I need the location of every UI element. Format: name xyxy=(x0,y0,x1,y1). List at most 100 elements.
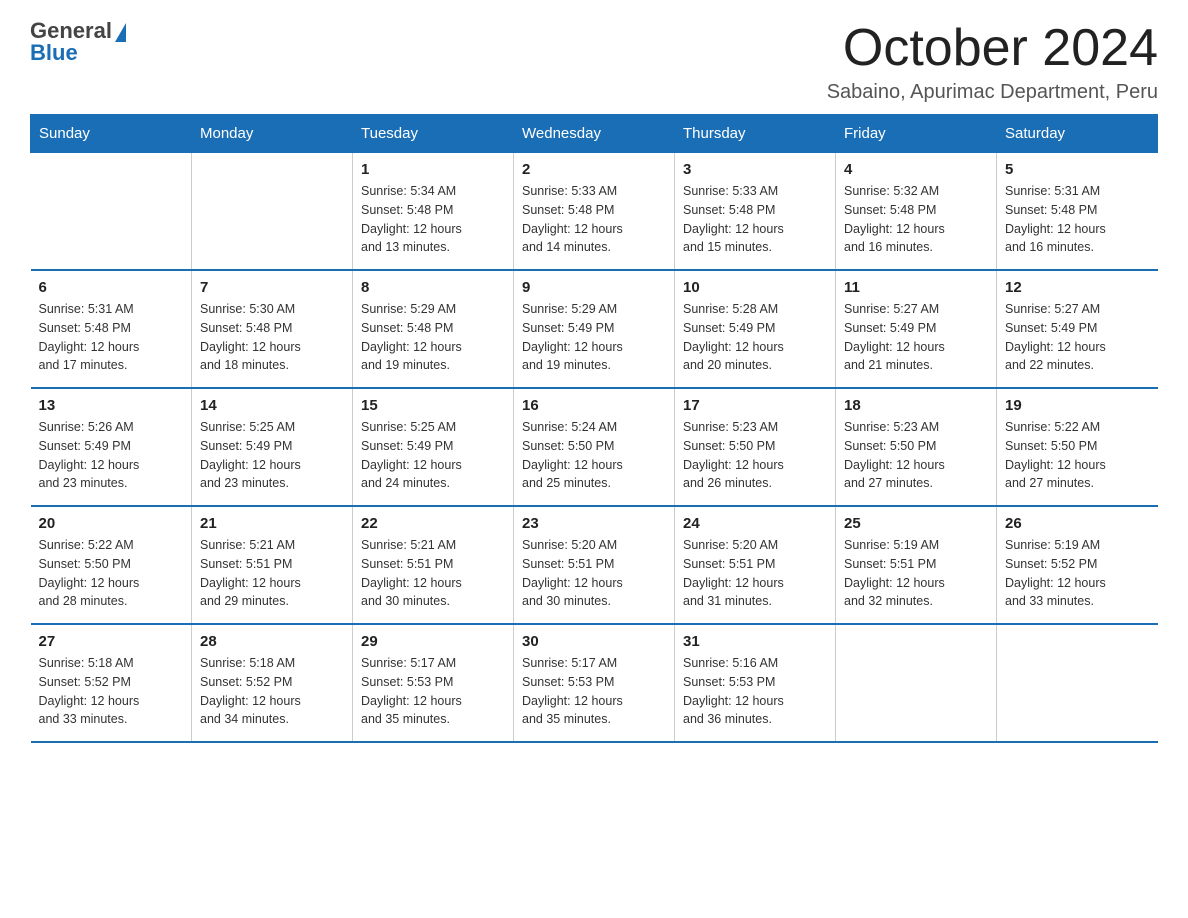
day-number: 20 xyxy=(39,515,184,532)
day-info: Sunrise: 5:19 AMSunset: 5:52 PMDaylight:… xyxy=(1005,536,1150,611)
day-cell: 21 Sunrise: 5:21 AMSunset: 5:51 PMDayligh… xyxy=(192,506,353,624)
day-cell: 28Sunrise: 5:18 AMSunset: 5:52 PMDayligh… xyxy=(192,624,353,742)
day-info: Sunrise: 5:25 AMSunset: 5:49 PMDaylight:… xyxy=(361,418,505,493)
day-cell: 29 Sunrise: 5:17 AMSunset: 5:53 PMDayligh… xyxy=(353,624,514,742)
day-info: Sunrise: 5:24 AMSunset: 5:50 PMDaylight:… xyxy=(522,418,666,493)
day-number: 12 xyxy=(1005,279,1150,296)
day-info: Sunrise: 5:27 AMSunset: 5:49 PMDaylight:… xyxy=(1005,300,1150,375)
week-row-3: 13 Sunrise: 5:26 AMSunset: 5:49 PMDayligh… xyxy=(31,388,1158,506)
day-number: 15 xyxy=(361,397,505,414)
day-number: 1 xyxy=(361,161,505,178)
day-number: 13 xyxy=(39,397,184,414)
day-number: 8 xyxy=(361,279,505,296)
day-cell: 14 Sunrise: 5:25 AMSunset: 5:49 PMDayligh… xyxy=(192,388,353,506)
day-cell: 5Sunrise: 5:31 AMSunset: 5:48 PMDaylight… xyxy=(997,153,1158,271)
day-number: 21 xyxy=(200,515,344,532)
day-info: Sunrise: 5:31 AMSunset: 5:48 PMDaylight:… xyxy=(39,300,184,375)
day-number: 26 xyxy=(1005,515,1150,532)
day-number: 17 xyxy=(683,397,827,414)
day-cell: 17 Sunrise: 5:23 AMSunset: 5:50 PMDayligh… xyxy=(675,388,836,506)
calendar-table: SundayMondayTuesdayWednesdayThursdayFrid… xyxy=(30,114,1158,743)
day-info: Sunrise: 5:21 AMSunset: 5:51 PMDaylight:… xyxy=(200,536,344,611)
day-info: Sunrise: 5:16 AMSunset: 5:53 PMDaylight:… xyxy=(683,654,827,729)
logo: General Blue xyxy=(30,20,126,64)
day-cell: 7 Sunrise: 5:30 AMSunset: 5:48 PMDaylight… xyxy=(192,270,353,388)
header-cell-monday: Monday xyxy=(192,115,353,153)
day-cell: 9Sunrise: 5:29 AMSunset: 5:49 PMDaylight… xyxy=(514,270,675,388)
day-info: Sunrise: 5:23 AMSunset: 5:50 PMDaylight:… xyxy=(683,418,827,493)
day-cell: 1 Sunrise: 5:34 AMSunset: 5:48 PMDaylight… xyxy=(353,153,514,271)
day-info: Sunrise: 5:20 AMSunset: 5:51 PMDaylight:… xyxy=(683,536,827,611)
logo-line2: Blue xyxy=(30,42,126,64)
day-info: Sunrise: 5:21 AMSunset: 5:51 PMDaylight:… xyxy=(361,536,505,611)
day-info: Sunrise: 5:27 AMSunset: 5:49 PMDaylight:… xyxy=(844,300,988,375)
day-number: 24 xyxy=(683,515,827,532)
day-number: 19 xyxy=(1005,397,1150,414)
day-info: Sunrise: 5:30 AMSunset: 5:48 PMDaylight:… xyxy=(200,300,344,375)
day-cell: 19 Sunrise: 5:22 AMSunset: 5:50 PMDayligh… xyxy=(997,388,1158,506)
day-number: 16 xyxy=(522,397,666,414)
day-number: 27 xyxy=(39,633,184,650)
week-row-2: 6 Sunrise: 5:31 AMSunset: 5:48 PMDaylight… xyxy=(31,270,1158,388)
calendar-body: 1 Sunrise: 5:34 AMSunset: 5:48 PMDaylight… xyxy=(31,153,1158,743)
day-cell: 2Sunrise: 5:33 AMSunset: 5:48 PMDaylight… xyxy=(514,153,675,271)
calendar-header: SundayMondayTuesdayWednesdayThursdayFrid… xyxy=(31,115,1158,153)
day-cell xyxy=(836,624,997,742)
day-number: 28 xyxy=(200,633,344,650)
day-info: Sunrise: 5:32 AMSunset: 5:48 PMDaylight:… xyxy=(844,182,988,257)
day-info: Sunrise: 5:26 AMSunset: 5:49 PMDaylight:… xyxy=(39,418,184,493)
day-cell: 13 Sunrise: 5:26 AMSunset: 5:49 PMDayligh… xyxy=(31,388,192,506)
day-number: 23 xyxy=(522,515,666,532)
day-number: 2 xyxy=(522,161,666,178)
day-number: 29 xyxy=(361,633,505,650)
header-cell-tuesday: Tuesday xyxy=(353,115,514,153)
day-number: 4 xyxy=(844,161,988,178)
day-info: Sunrise: 5:17 AMSunset: 5:53 PMDaylight:… xyxy=(361,654,505,729)
day-cell: 15 Sunrise: 5:25 AMSunset: 5:49 PMDayligh… xyxy=(353,388,514,506)
day-info: Sunrise: 5:19 AMSunset: 5:51 PMDaylight:… xyxy=(844,536,988,611)
day-info: Sunrise: 5:22 AMSunset: 5:50 PMDaylight:… xyxy=(1005,418,1150,493)
day-cell: 4 Sunrise: 5:32 AMSunset: 5:48 PMDaylight… xyxy=(836,153,997,271)
day-cell: 16 Sunrise: 5:24 AMSunset: 5:50 PMDayligh… xyxy=(514,388,675,506)
day-cell: 3Sunrise: 5:33 AMSunset: 5:48 PMDaylight… xyxy=(675,153,836,271)
day-number: 10 xyxy=(683,279,827,296)
day-cell xyxy=(192,153,353,271)
week-row-5: 27 Sunrise: 5:18 AMSunset: 5:52 PMDayligh… xyxy=(31,624,1158,742)
day-cell: 20 Sunrise: 5:22 AMSunset: 5:50 PMDayligh… xyxy=(31,506,192,624)
day-cell: 6 Sunrise: 5:31 AMSunset: 5:48 PMDaylight… xyxy=(31,270,192,388)
day-info: Sunrise: 5:34 AMSunset: 5:48 PMDaylight:… xyxy=(361,182,505,257)
month-title: October 2024 xyxy=(827,20,1158,77)
day-info: Sunrise: 5:28 AMSunset: 5:49 PMDaylight:… xyxy=(683,300,827,375)
day-info: Sunrise: 5:22 AMSunset: 5:50 PMDaylight:… xyxy=(39,536,184,611)
header-cell-wednesday: Wednesday xyxy=(514,115,675,153)
week-row-1: 1 Sunrise: 5:34 AMSunset: 5:48 PMDaylight… xyxy=(31,153,1158,271)
day-info: Sunrise: 5:23 AMSunset: 5:50 PMDaylight:… xyxy=(844,418,988,493)
day-number: 31 xyxy=(683,633,827,650)
week-row-4: 20 Sunrise: 5:22 AMSunset: 5:50 PMDayligh… xyxy=(31,506,1158,624)
day-info: Sunrise: 5:18 AMSunset: 5:52 PMDaylight:… xyxy=(39,654,184,729)
day-number: 11 xyxy=(844,279,988,296)
day-number: 7 xyxy=(200,279,344,296)
day-number: 25 xyxy=(844,515,988,532)
day-info: Sunrise: 5:29 AMSunset: 5:49 PMDaylight:… xyxy=(522,300,666,375)
header-row: SundayMondayTuesdayWednesdayThursdayFrid… xyxy=(31,115,1158,153)
day-number: 6 xyxy=(39,279,184,296)
day-cell: 8 Sunrise: 5:29 AMSunset: 5:48 PMDaylight… xyxy=(353,270,514,388)
day-info: Sunrise: 5:29 AMSunset: 5:48 PMDaylight:… xyxy=(361,300,505,375)
day-cell: 12 Sunrise: 5:27 AMSunset: 5:49 PMDayligh… xyxy=(997,270,1158,388)
day-number: 3 xyxy=(683,161,827,178)
page-header: General Blue October 2024 Sabaino, Apuri… xyxy=(30,20,1158,104)
day-cell: 18Sunrise: 5:23 AMSunset: 5:50 PMDayligh… xyxy=(836,388,997,506)
day-cell: 30Sunrise: 5:17 AMSunset: 5:53 PMDayligh… xyxy=(514,624,675,742)
day-cell: 24 Sunrise: 5:20 AMSunset: 5:51 PMDayligh… xyxy=(675,506,836,624)
location-title: Sabaino, Apurimac Department, Peru xyxy=(827,81,1158,104)
day-cell xyxy=(997,624,1158,742)
day-info: Sunrise: 5:31 AMSunset: 5:48 PMDaylight:… xyxy=(1005,182,1150,257)
header-cell-thursday: Thursday xyxy=(675,115,836,153)
day-number: 14 xyxy=(200,397,344,414)
day-info: Sunrise: 5:25 AMSunset: 5:49 PMDaylight:… xyxy=(200,418,344,493)
header-cell-friday: Friday xyxy=(836,115,997,153)
day-cell: 22Sunrise: 5:21 AMSunset: 5:51 PMDayligh… xyxy=(353,506,514,624)
day-cell: 26 Sunrise: 5:19 AMSunset: 5:52 PMDayligh… xyxy=(997,506,1158,624)
day-cell: 10 Sunrise: 5:28 AMSunset: 5:49 PMDayligh… xyxy=(675,270,836,388)
